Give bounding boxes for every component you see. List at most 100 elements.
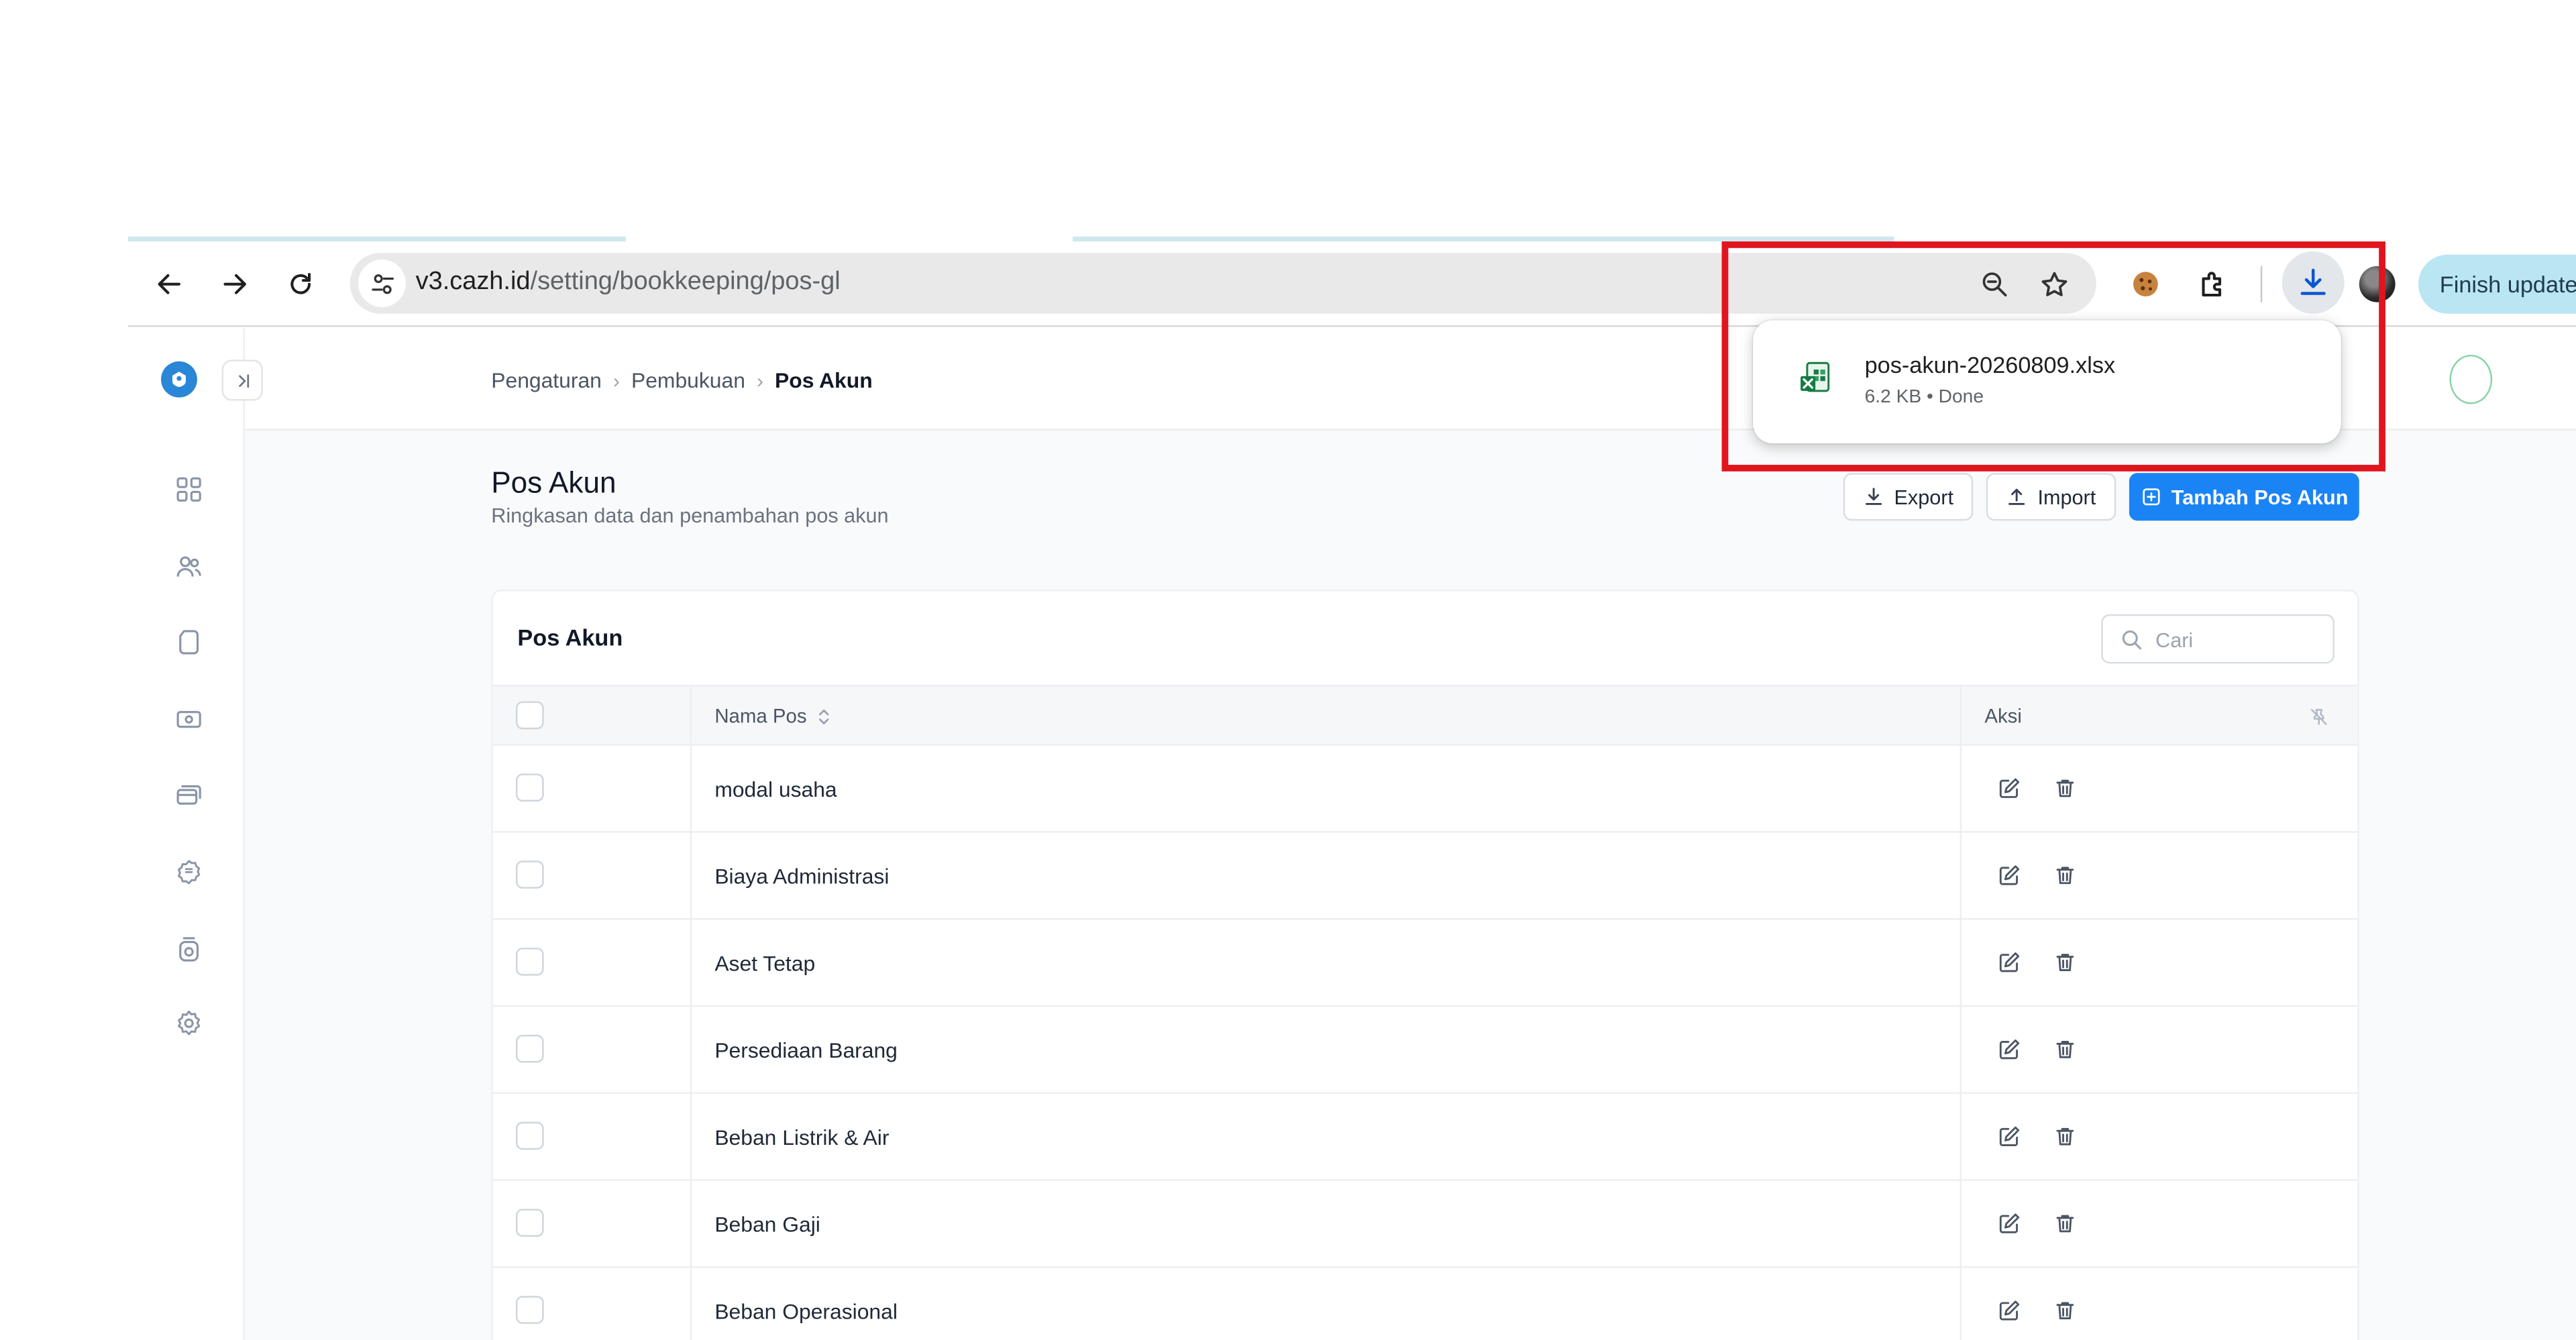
edit-icon [1999,1039,2020,1060]
edit-button[interactable] [1996,1211,2023,1237]
download-icon [1865,488,1882,505]
row-checkbox[interactable] [515,773,544,802]
header-status-ring[interactable] [2449,354,2493,404]
settings-icon [178,1010,201,1036]
row-checkbox[interactable] [515,1121,544,1150]
upload-icon [2008,488,2025,505]
delete-button[interactable] [2052,1298,2078,1324]
reload-button[interactable] [281,264,321,304]
trash-icon [2056,1302,2074,1320]
card-title: Pos Akun [517,624,623,651]
edit-icon [1999,778,2020,798]
pos-akun-card: Pos Akun Nama Pos Aksi modal usaha [491,590,2359,1340]
delete-button[interactable] [2052,950,2078,976]
select-all-checkbox[interactable] [515,701,544,730]
url-path: /setting/bookkeeping/pos-gl [530,268,841,296]
row-name: Beban Gaji [714,1212,820,1237]
trash-icon [2056,1215,2074,1233]
table-row[interactable]: Biaya Administrasi [492,833,2358,920]
breadcrumb-current: Pos Akun [775,368,873,393]
delete-button[interactable] [2052,1036,2078,1062]
users-icon [176,556,201,577]
search-box[interactable] [2101,614,2335,664]
column-header-label: Nama Pos [714,704,807,728]
app-content: Pengaturan › Pembukuan › Pos Akun Pos Ak… [128,328,2576,1340]
add-pos-akun-button[interactable]: Tambah Pos Akun [2129,473,2359,521]
arrow-right-icon [223,274,246,294]
table-row[interactable]: Beban Operasional [493,1268,2358,1340]
trash-icon [2056,954,2074,971]
row-checkbox[interactable] [515,1209,544,1237]
trash-icon [2056,1127,2074,1146]
sidebar-item-documents[interactable] [172,626,205,659]
edit-button[interactable] [1996,950,2023,976]
delete-button[interactable] [2052,862,2078,889]
export-button[interactable]: Export [1843,473,1974,521]
tab-strip-line [1073,236,1894,242]
edit-button[interactable] [1996,1123,2023,1150]
edit-button[interactable] [1996,862,2023,889]
screenshot-stage: v3.cazh.id/setting/bookkeeping/pos-gl Fi… [0,0,2576,1340]
table-row[interactable]: modal usaha [492,746,2358,833]
sidebar-item-users[interactable] [172,550,205,583]
breadcrumb-item[interactable]: Pembukuan [631,368,745,393]
sidebar-item-settings[interactable] [172,1007,205,1040]
search-input[interactable] [2155,624,2320,656]
import-label: Import [2037,485,2096,508]
edit-button[interactable] [1996,1298,2023,1324]
row-name: Persediaan Barang [714,1038,898,1063]
chevron-right-icon: › [613,368,620,392]
sidebar-item-cash[interactable] [172,703,205,736]
import-button[interactable]: Import [1986,473,2116,521]
sidebar-item-badge[interactable] [172,856,205,889]
document-icon [179,630,199,655]
sidebar [128,328,245,1340]
badge-icon [178,860,201,885]
highlight-box [1721,241,2385,471]
breadcrumb-item[interactable]: Pengaturan [491,368,602,393]
page-subtitle: Ringkasan data dan penambahan pos akun [491,504,889,528]
row-checkbox[interactable] [515,1296,544,1324]
edit-icon [1999,1126,2020,1146]
edit-icon [1999,865,2020,885]
sidebar-item-savings[interactable] [172,933,205,966]
row-checkbox[interactable] [515,948,544,976]
add-label: Tambah Pos Akun [2171,485,2349,508]
site-info-button[interactable] [358,259,406,307]
table-row[interactable]: Beban Listrik & Air [492,1094,2358,1181]
reload-icon [290,272,311,294]
delete-button[interactable] [2052,775,2078,801]
row-name: Beban Listrik & Air [714,1125,890,1150]
logo-icon [172,372,186,388]
search-icon [2122,630,2142,650]
row-name: Beban Operasional [714,1299,898,1324]
table-row[interactable]: Persediaan Barang [492,1007,2358,1095]
table-header: Nama Pos Aksi [492,685,2358,746]
edit-button[interactable] [1996,775,2023,801]
pin-off-icon[interactable] [2308,706,2330,728]
page-title: Pos Akun [491,466,616,500]
sidebar-item-dashboard[interactable] [172,473,205,506]
delete-button[interactable] [2052,1123,2078,1150]
trash-icon [2056,779,2074,797]
finish-update-button[interactable]: Finish update [2418,254,2576,314]
forward-button[interactable] [215,264,255,304]
trash-icon [2056,1041,2074,1058]
column-header-nama-pos[interactable]: Nama Pos [714,705,831,728]
row-checkbox[interactable] [515,1034,544,1063]
back-button[interactable] [150,264,189,304]
tune-icon [371,273,393,294]
table-row[interactable]: Beban Gaji [492,1181,2358,1268]
sidebar-item-cards[interactable] [172,779,205,812]
row-checkbox[interactable] [515,860,544,889]
row-name: Biaya Administrasi [714,864,890,889]
row-name: Aset Tetap [714,950,816,976]
plus-square-icon [2142,488,2159,506]
delete-button[interactable] [2052,1211,2078,1237]
collapse-sidebar-button[interactable] [221,359,263,401]
edit-icon [1999,1213,2020,1233]
edit-button[interactable] [1996,1036,2023,1062]
table-row[interactable]: Aset Tetap [492,919,2358,1007]
cash-icon [176,711,201,728]
app-logo[interactable] [161,361,197,398]
